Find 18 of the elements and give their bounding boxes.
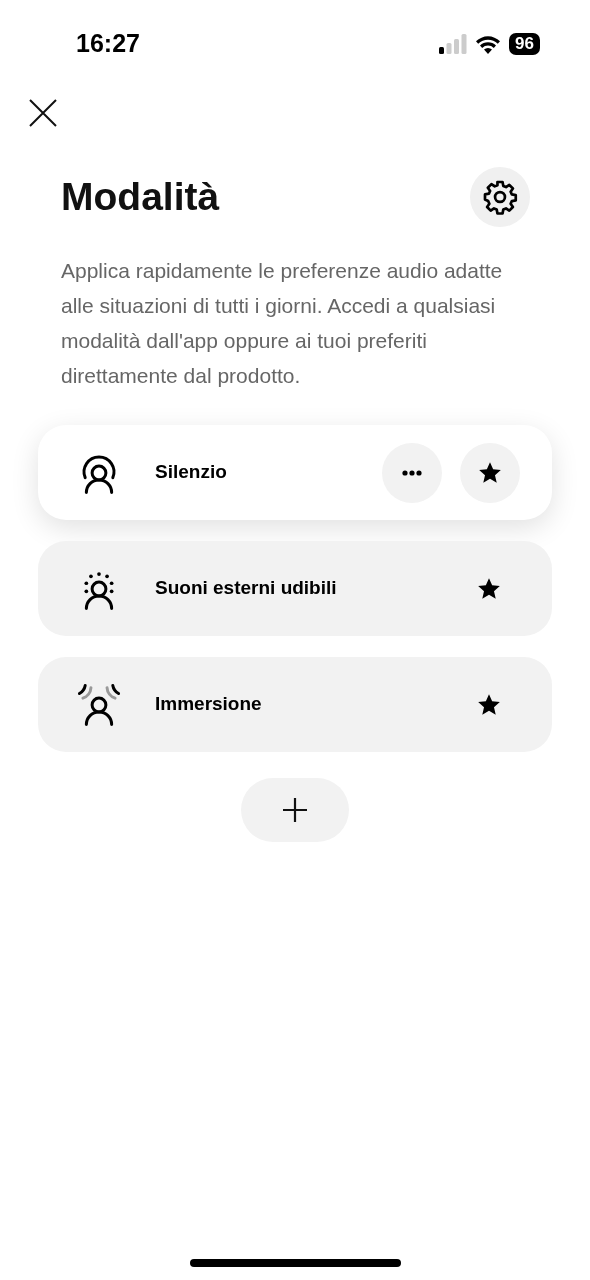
mode-name: Suoni esterni udibili — [155, 576, 338, 601]
mode-card[interactable]: Silenzio — [38, 425, 552, 520]
description-text: Applica rapidamente le preferenze audio adatte alle situazioni di tutti i giorni. Accedi a qualsiasi modalità dall'app oppure ai tuoi preferiti direttamente dal prodotto. — [60, 258, 504, 389]
person-waves-icon — [76, 681, 122, 728]
mode-name: Silenzio — [155, 460, 228, 485]
more-icon — [402, 469, 422, 476]
mode-card[interactable]: Immersione — [38, 657, 552, 752]
plus-icon — [282, 797, 308, 823]
mode-card[interactable]: Suoni esterni udibili — [38, 541, 552, 636]
page-title: Modalità — [61, 173, 220, 220]
close-icon — [28, 98, 58, 128]
signal-icon — [439, 34, 468, 54]
status-time: 16:27 — [76, 28, 140, 60]
battery-indicator: 96 — [509, 33, 540, 55]
mode-name: Immersione — [155, 692, 263, 717]
close-button[interactable] — [27, 97, 59, 129]
settings-icon — [482, 179, 518, 215]
wifi-icon — [475, 34, 502, 54]
